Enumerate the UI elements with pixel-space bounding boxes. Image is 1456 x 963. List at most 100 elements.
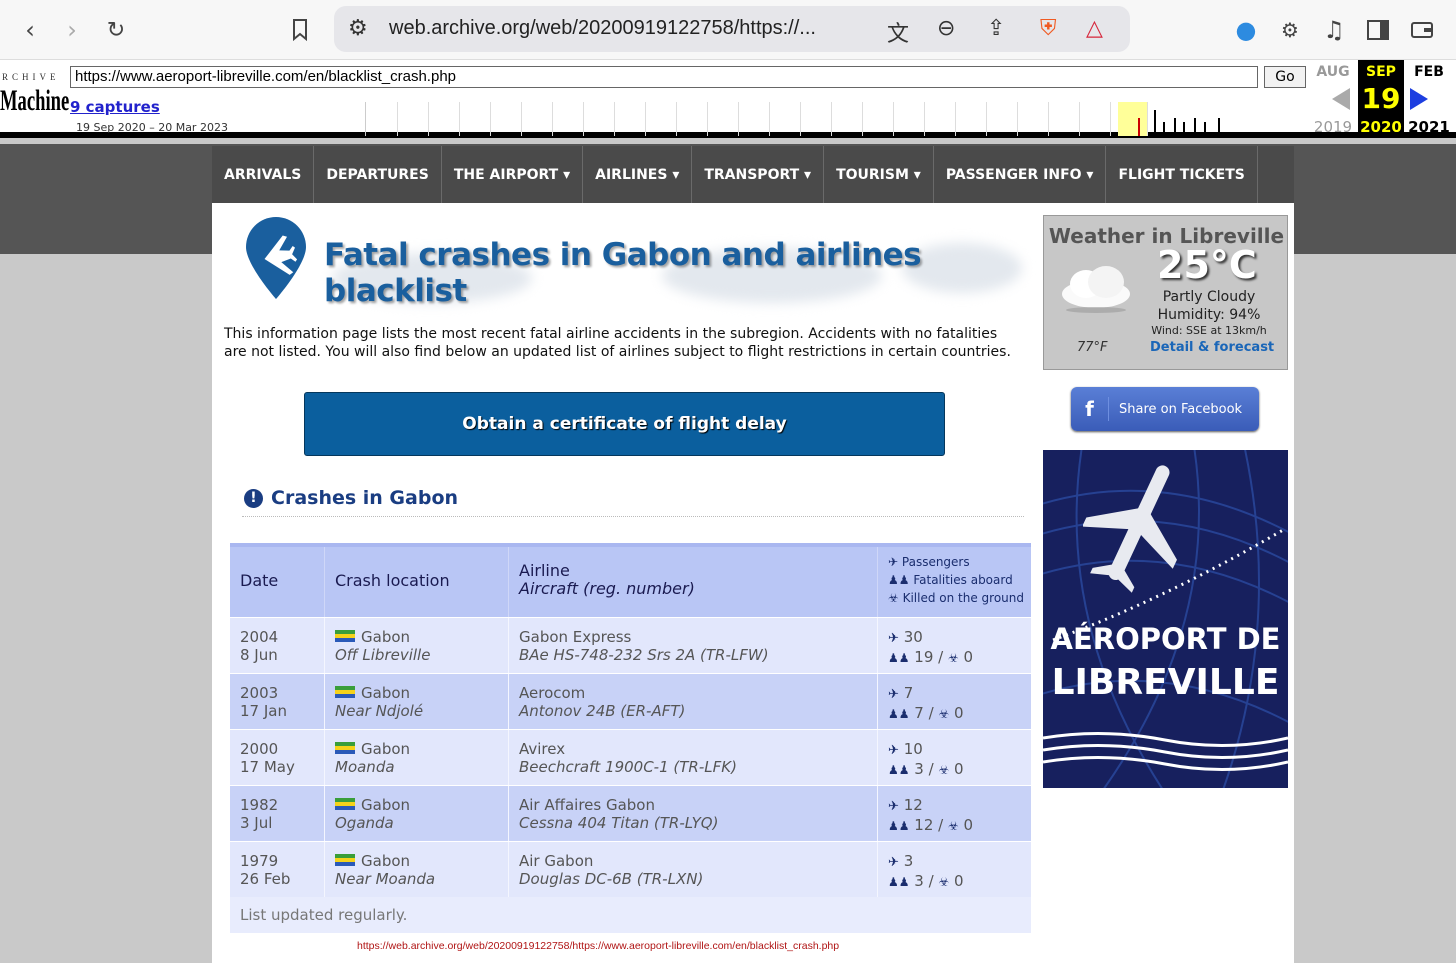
weather-humidity: Humidity: 94% xyxy=(1157,307,1261,323)
ground-victim-icon: ☣ xyxy=(938,875,950,889)
menu-tourism[interactable]: TOURISM ▾ xyxy=(824,146,934,203)
row-day: 3 Jul xyxy=(240,814,273,832)
row-place: Near Ndjolé xyxy=(335,702,424,720)
back-icon[interactable]: ‹ xyxy=(14,14,46,46)
menu-passenger-info[interactable]: PASSENGER INFO ▾ xyxy=(934,146,1107,203)
row-airline: Avirex xyxy=(519,740,566,758)
wayback-url-input[interactable]: https://www.aeroport-libreville.com/en/b… xyxy=(70,66,1258,88)
row-airline: Gabon Express xyxy=(519,628,632,646)
capture-tick xyxy=(1194,118,1196,136)
menu-the-airport[interactable]: THE AIRPORT ▾ xyxy=(442,146,584,203)
next-month[interactable]: FEB xyxy=(1406,64,1452,80)
row-aircraft: Cessna 404 Titan (TR-LYQ) xyxy=(519,814,719,832)
status-bar-url: https://web.archive.org/web/202009191227… xyxy=(357,940,840,952)
table-footer: List updated regularly. xyxy=(230,897,1031,933)
ground-victim-icon: ☣ xyxy=(947,819,959,833)
sidebar-icon[interactable] xyxy=(1362,14,1394,46)
address-bar[interactable]: ⚙ web.archive.org/web/20200919122758/htt… xyxy=(334,6,1130,52)
extensions-icon[interactable]: ⚙ xyxy=(1274,14,1306,46)
menu-airlines[interactable]: AIRLINES ▾ xyxy=(583,146,693,203)
row-fatalities: 7 xyxy=(914,704,924,722)
flight-delay-certificate-button[interactable]: Obtain a certificate of flight delay xyxy=(304,392,945,456)
gabon-flag-icon xyxy=(335,686,355,698)
captures-link[interactable]: 9 captures xyxy=(70,98,160,116)
row-airline: Air Affaires Gabon xyxy=(519,796,655,814)
share-icon[interactable]: ⇪ xyxy=(987,16,1005,41)
header-date: Date xyxy=(230,547,325,617)
capture-tick xyxy=(1218,118,1220,136)
facebook-share-button[interactable]: f Share on Facebook xyxy=(1071,387,1259,431)
plane-icon: ✈ xyxy=(888,743,899,758)
header-people: ✈ Passengers ♟♟ Fatalities aboard ☣ Kill… xyxy=(878,547,1031,617)
airport-banner-ad[interactable]: AÉROPORT DE LIBREVILLE xyxy=(1043,450,1288,788)
menu-arrivals[interactable]: ARRIVALS xyxy=(212,146,315,203)
prev-month[interactable]: AUG xyxy=(1310,64,1356,80)
row-year: 2003 xyxy=(240,684,279,702)
reload-icon[interactable]: ↻ xyxy=(100,14,132,46)
brave-shield-icon[interactable]: ⛨ xyxy=(1040,16,1057,41)
header-location: Crash location xyxy=(325,547,509,617)
capture-sparkline[interactable] xyxy=(365,102,1305,136)
row-country: Gabon xyxy=(361,628,411,646)
prev-capture-arrow[interactable] xyxy=(1332,88,1350,110)
capture-tick xyxy=(1163,122,1165,136)
forward-icon[interactable]: › xyxy=(56,14,88,46)
prev-year[interactable]: 2019 xyxy=(1310,118,1356,136)
row-pax: 3 xyxy=(903,852,914,870)
zoom-out-icon[interactable]: ⊖ xyxy=(937,16,955,41)
row-airline: Aerocom xyxy=(519,684,586,702)
browser-profile-icon[interactable]: ● xyxy=(1230,14,1262,46)
table-header: Date Crash location Airline Aircraft (re… xyxy=(230,543,1031,617)
menu-flight-tickets[interactable]: FLIGHT TICKETS xyxy=(1106,146,1258,203)
weather-forecast-link[interactable]: Detail & forecast xyxy=(1150,340,1274,355)
people-icon: ♟♟ xyxy=(888,573,910,587)
wayback-go-button[interactable]: Go xyxy=(1264,66,1306,88)
browser-toolbar: ‹ › ↻ ⚙ web.archive.org/web/202009191227… xyxy=(0,0,1456,60)
address-text[interactable]: web.archive.org/web/20200919122758/https… xyxy=(389,17,816,40)
row-year: 2000 xyxy=(240,740,279,758)
row-ground: 0 xyxy=(953,704,964,722)
header-passengers: Passengers xyxy=(901,555,970,569)
main-menu: ARRIVALS DEPARTURES THE AIRPORT ▾ AIRLIN… xyxy=(212,146,1294,203)
gabon-flag-icon xyxy=(335,798,355,810)
row-country: Gabon xyxy=(361,852,411,870)
capture-tick xyxy=(1183,122,1185,136)
header-fatalities: Fatalities aboard xyxy=(913,573,1013,587)
header-airline: Airline Aircraft (reg. number) xyxy=(509,547,878,617)
table-row: 1979 26 Feb Gabon Near Moanda Air Gabon Dou… xyxy=(230,841,1031,897)
plane-icon: ✈ xyxy=(888,855,899,870)
heading-divider xyxy=(242,516,1024,517)
facebook-share-label: Share on Facebook xyxy=(1119,401,1243,417)
capture-tick xyxy=(1204,122,1206,136)
media-icon[interactable]: ♫ xyxy=(1318,14,1350,46)
wayback-calendar: AUG SEP FEB 19 2019 2020 2021 xyxy=(1310,60,1456,138)
wayback-logo[interactable]: Machine xyxy=(0,84,69,118)
gabon-flag-icon xyxy=(335,854,355,866)
plane-icon: ✈ xyxy=(888,799,899,814)
ground-victim-icon: ☣ xyxy=(947,651,959,665)
translate-icon[interactable]: 文 xyxy=(887,16,909,48)
menu-transport[interactable]: TRANSPORT ▾ xyxy=(692,146,825,203)
weather-wind: Wind: SSE at 13km/h xyxy=(1151,324,1267,337)
airplane-icon xyxy=(1083,465,1177,593)
next-capture-arrow[interactable] xyxy=(1410,88,1428,110)
brave-rewards-icon[interactable]: △ xyxy=(1086,16,1103,41)
current-year-highlight xyxy=(1118,102,1148,136)
next-year[interactable]: 2021 xyxy=(1406,118,1452,136)
bookmark-icon[interactable] xyxy=(284,14,316,46)
site-settings-icon[interactable]: ⚙ xyxy=(348,16,368,41)
people-icon: ♟♟ xyxy=(888,819,910,833)
plane-pin-icon xyxy=(246,217,306,299)
row-place: Moanda xyxy=(335,758,395,776)
row-place: Oganda xyxy=(335,814,394,832)
menu-departures[interactable]: DEPARTURES xyxy=(314,146,442,203)
row-ground: 0 xyxy=(963,648,974,666)
row-fatalities: 3 xyxy=(914,760,924,778)
partly-cloudy-icon xyxy=(1062,266,1130,313)
wallet-icon[interactable] xyxy=(1406,14,1438,46)
current-year: 2020 xyxy=(1360,118,1402,136)
plane-icon: ✈ xyxy=(888,631,899,646)
row-year: 1979 xyxy=(240,852,279,870)
row-airline: Air Gabon xyxy=(519,852,594,870)
table-row: 2003 17 Jan Gabon Near Ndjolé Aerocom Anton… xyxy=(230,673,1031,729)
